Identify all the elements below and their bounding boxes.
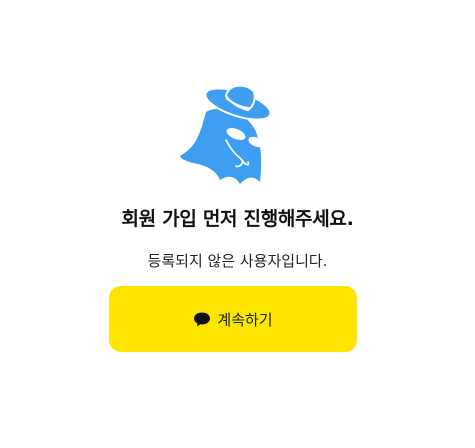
page-title: 회원 가입 먼저 진행해주세요. [121, 208, 354, 230]
page-subtitle: 등록되지 않은 사용자입니다. [147, 252, 328, 270]
chat-bubble-icon [193, 311, 211, 328]
ghost-illustration-svg [180, 84, 272, 184]
masked-ghost-with-hat-icon [176, 82, 276, 190]
continue-button-label: 계속하기 [217, 310, 273, 329]
continue-button[interactable]: 계속하기 [109, 286, 357, 352]
ghost-body-shape [180, 108, 262, 184]
